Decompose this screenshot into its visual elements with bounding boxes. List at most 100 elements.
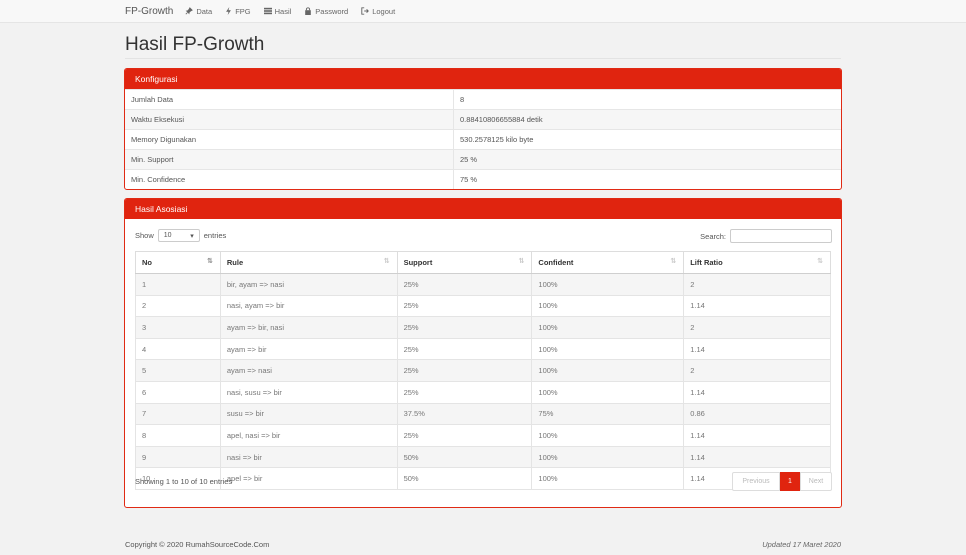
nav-password-label: Password xyxy=(315,6,349,16)
table-cell: 1.14 xyxy=(683,424,831,447)
entries-select[interactable]: 10 ▾ xyxy=(157,229,200,242)
table-cell: 25% xyxy=(396,294,533,318)
table-info: Showing 1 to 10 of 10 entries xyxy=(135,477,233,486)
table-row: 9 nasi => bir 50% 100% 1.14 xyxy=(135,445,831,469)
sort-icon: ⇅ xyxy=(817,258,823,265)
page-1-button[interactable]: 1 xyxy=(780,472,800,491)
table-cell: 100% xyxy=(531,337,685,361)
next-button[interactable]: Next xyxy=(800,472,832,491)
config-row: Waktu Eksekusi 0.88410806655884 detik xyxy=(125,109,841,129)
table-controls: Show 10 ▾ entries Search: xyxy=(125,219,841,249)
lock-icon xyxy=(305,7,312,15)
nav-hasil[interactable]: Hasil xyxy=(263,6,292,16)
search-input[interactable] xyxy=(730,229,832,243)
table-cell: 100% xyxy=(531,316,685,339)
nav-data[interactable]: Data xyxy=(185,7,212,16)
assoc-heading: Hasil Asosiasi xyxy=(125,199,841,219)
brand[interactable]: FP-Growth xyxy=(125,6,173,17)
footer-copyright: Copyright © 2020 RumahSourceCode.Com xyxy=(125,540,270,549)
table-cell: 50% xyxy=(396,467,533,490)
table-cell: 0.86 xyxy=(683,402,831,426)
table-cell: 100% xyxy=(531,273,685,296)
table-cell: 1.14 xyxy=(683,337,831,361)
column-label: Support xyxy=(403,258,433,267)
search-label: Search: xyxy=(700,231,726,241)
navbar: FP-Growth Data FPG Hasil Password Logout xyxy=(0,0,966,23)
sort-asc-icon: ⇅ xyxy=(207,258,213,265)
table-cell: 100% xyxy=(531,380,685,404)
pagination: Previous 1 Next xyxy=(732,472,832,491)
table-cell: 2 xyxy=(683,316,831,339)
table-cell: 25% xyxy=(396,316,533,339)
title-divider xyxy=(125,58,841,59)
table-cell: 1.14 xyxy=(683,380,831,404)
config-value: 25 % xyxy=(460,155,478,164)
table-row: 8 apel, nasi => bir 25% 100% 1.14 xyxy=(135,424,831,447)
table-row: 1 bir, ayam => nasi 25% 100% 2 xyxy=(135,273,831,296)
previous-button[interactable]: Previous xyxy=(732,472,780,491)
config-value: 0.88410806655884 detik xyxy=(460,115,543,124)
table-cell: nasi, susu => bir xyxy=(219,380,398,404)
caret-down-icon: ▾ xyxy=(190,232,194,240)
table-cell: ayam => nasi xyxy=(219,359,398,382)
table-row: 3 ayam => bir, nasi 25% 100% 2 xyxy=(135,316,831,339)
sort-icon: ⇅ xyxy=(670,258,677,265)
table-cell: 25% xyxy=(396,380,533,404)
nav-password[interactable]: Password xyxy=(304,7,348,16)
table-cell: 37.5% xyxy=(396,402,533,426)
col-header-no[interactable]: No ⇅ xyxy=(135,251,221,274)
nav-hasil-label: Hasil xyxy=(274,6,292,16)
column-label: Confident xyxy=(538,258,574,267)
table-row: 10 apel => bir 50% 100% 1.14 xyxy=(135,467,831,490)
nav-data-label: Data xyxy=(196,6,213,16)
nav-fpg-label: FPG xyxy=(235,6,251,16)
table-cell: ayam => bir xyxy=(219,337,398,361)
config-value: 75 % xyxy=(460,175,478,184)
table-cell: 50% xyxy=(396,445,533,469)
config-label: Waktu Eksekusi xyxy=(125,110,454,129)
nav-logout-label: Logout xyxy=(372,6,396,16)
config-row: Min. Support 25 % xyxy=(125,149,841,169)
config-table: Jumlah Data 8 Waktu Eksekusi 0.884108066… xyxy=(125,89,841,189)
col-header-lift[interactable]: Lift Ratio ⇅ xyxy=(683,251,831,274)
table-cell: 2 xyxy=(135,294,221,318)
table-cell: 3 xyxy=(135,316,221,339)
table-row: 5 ayam => nasi 25% 100% 2 xyxy=(135,359,831,382)
length-control: Show 10 ▾ entries xyxy=(135,229,226,242)
table-row: 6 nasi, susu => bir 25% 100% 1.14 xyxy=(135,380,831,404)
col-header-rule[interactable]: Rule ⇅ xyxy=(219,251,398,274)
table-row: 7 susu => bir 37.5% 75% 0.86 xyxy=(135,402,831,426)
table-row: 4 ayam => bir 25% 100% 1.14 xyxy=(135,337,831,361)
flash-icon xyxy=(226,7,232,15)
table-cell: bir, ayam => nasi xyxy=(219,273,398,296)
table-cell: 100% xyxy=(531,424,685,447)
col-header-support[interactable]: Support ⇅ xyxy=(396,251,533,274)
sort-icon: ⇅ xyxy=(383,258,390,265)
table-cell: 25% xyxy=(396,359,533,382)
table-cell: 4 xyxy=(135,337,221,361)
table-cell: 75% xyxy=(531,402,685,426)
entries-label: entries xyxy=(203,231,227,240)
nav-logout[interactable]: Logout xyxy=(361,7,395,16)
table-cell: apel, nasi => bir xyxy=(219,424,398,447)
association-table: No ⇅ Rule ⇅ Support ⇅ Confident ⇅ Lift Ratio… xyxy=(135,251,831,490)
config-label: Jumlah Data xyxy=(125,90,454,109)
logout-icon xyxy=(361,7,370,15)
table-cell: 25% xyxy=(396,424,533,447)
table-cell: 25% xyxy=(396,337,533,361)
nav-fpg[interactable]: FPG xyxy=(225,6,251,16)
table-cell: apel => bir xyxy=(219,467,398,490)
table-cell: 100% xyxy=(531,359,685,382)
table-cell: 2 xyxy=(683,359,831,382)
table-cell: ayam => bir, nasi xyxy=(219,316,398,339)
column-label: Rule xyxy=(226,258,244,267)
col-header-confident[interactable]: Confident ⇅ xyxy=(531,251,685,274)
header-row: No ⇅ Rule ⇅ Support ⇅ Confident ⇅ Lift Ratio… xyxy=(135,251,831,274)
table-cell: 7 xyxy=(135,402,221,426)
table-cell: 6 xyxy=(135,380,221,404)
table-cell: 25% xyxy=(396,273,533,296)
table-cell: 5 xyxy=(135,359,221,382)
config-label: Min. Confidence xyxy=(125,170,454,189)
config-panel: Konfigurasi Jumlah Data 8 Waktu Eksekusi… xyxy=(124,68,842,190)
table-cell: 100% xyxy=(531,294,685,318)
